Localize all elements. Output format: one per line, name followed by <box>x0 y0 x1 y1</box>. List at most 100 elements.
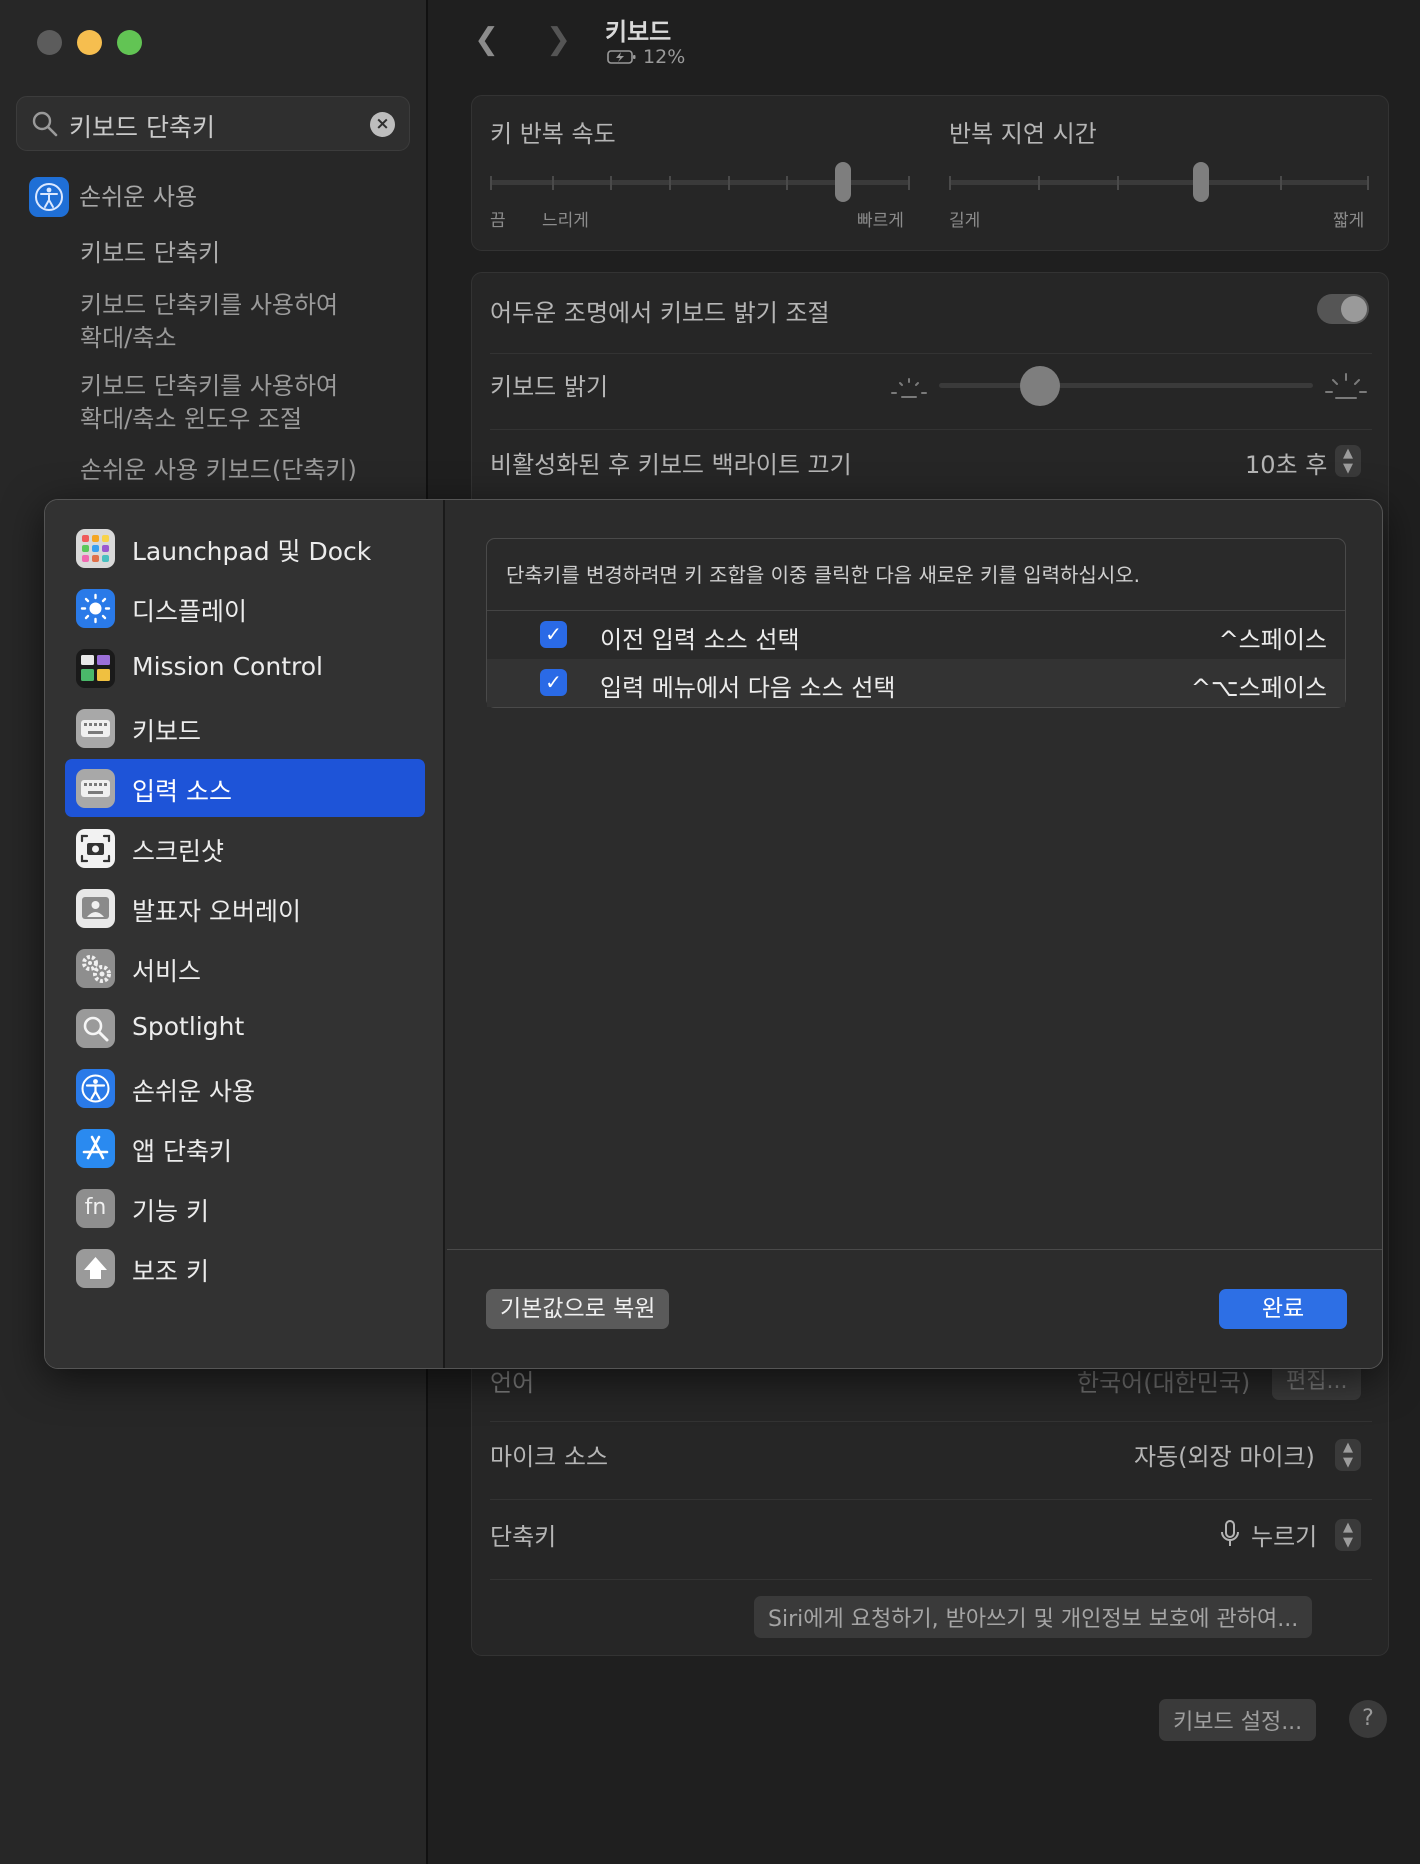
category-label: 발표자 오버레이 <box>132 897 301 926</box>
category-label: 서비스 <box>132 957 202 986</box>
mission-control-icon <box>76 649 115 688</box>
dictation-shortcut-value[interactable]: 누르기 <box>1251 1517 1317 1552</box>
category-label: 디스플레이 <box>132 597 248 626</box>
keyboard-settings-button[interactable]: 키보드 설정... <box>1159 1699 1317 1741</box>
category-label: 앱 단축키 <box>132 1137 232 1166</box>
backlight-off-value[interactable]: 10초 후 <box>1245 445 1327 480</box>
modifier-keys-icon <box>76 1249 115 1288</box>
auto-brightness-label: 어두운 조명에서 키보드 밝기 조절 <box>490 299 830 327</box>
category-label: 입력 소스 <box>132 777 232 806</box>
shortcut-label: 입력 메뉴에서 다음 소스 선택 <box>600 674 896 702</box>
category-label: 기능 키 <box>132 1197 209 1226</box>
backlight-off-stepper[interactable]: ▲ ▼ <box>1335 445 1361 477</box>
delay-min-label: 길게 <box>949 211 981 231</box>
screenshot-icon <box>76 829 115 868</box>
forward-arrow-icon[interactable]: ❯ <box>546 22 571 57</box>
delay-max-label: 짧게 <box>1333 211 1365 231</box>
category-label: 보조 키 <box>132 1257 209 1286</box>
shortcut-checkbox[interactable]: ✓ <box>540 621 567 648</box>
restore-defaults-button[interactable]: 기본값으로 복원 <box>486 1289 670 1329</box>
auto-brightness-toggle[interactable] <box>1317 294 1369 324</box>
presenter-overlay-icon <box>76 889 115 928</box>
search-input-value[interactable]: 키보드 단축키 <box>69 108 215 144</box>
keyboard-shortcuts-sheet: Launchpad 및 Dock 디스플레이 Mission Control 키… <box>44 499 1383 1369</box>
brightness-high-icon <box>1325 373 1367 399</box>
shortcut-row[interactable]: ✓ 입력 메뉴에서 다음 소스 선택 ^⌥스페이스 <box>487 659 1345 707</box>
shortcut-keys[interactable]: ^⌥스페이스 <box>1191 668 1327 703</box>
sidebar-result-2[interactable]: 키보드 단축키를 사용하여 확대/축소 <box>80 289 338 355</box>
category-input-sources[interactable]: 입력 소스 <box>65 759 425 817</box>
category-label: 키보드 <box>132 717 202 746</box>
category-mission-control[interactable]: Mission Control <box>65 639 425 697</box>
siri-privacy-button[interactable]: Siri에게 요청하기, 받아쓰기 및 개인정보 보호에 관하여... <box>754 1596 1313 1638</box>
category-displays[interactable]: 디스플레이 <box>65 579 425 637</box>
accessibility-icon <box>29 177 69 217</box>
key-repeat-card: 키 반복 속도 끔 느리게 빠르게 반복 지연 시간 길게 짧게 <box>471 95 1389 251</box>
category-app-shortcuts[interactable]: 앱 단축키 <box>65 1119 425 1177</box>
back-arrow-icon[interactable]: ❮ <box>474 22 499 57</box>
category-spotlight[interactable]: Spotlight <box>65 999 425 1057</box>
window-close-button[interactable] <box>37 30 62 55</box>
repeat-delay-label: 반복 지연 시간 <box>949 120 1097 148</box>
key-repeat-rate-label: 키 반복 속도 <box>490 120 616 148</box>
sidebar-result-3[interactable]: 키보드 단축키를 사용하여 확대/축소 윈도우 조절 <box>80 370 338 436</box>
repeat-delay-slider[interactable] <box>949 180 1369 185</box>
display-brightness-icon <box>76 589 115 628</box>
category-label: Mission Control <box>132 652 323 681</box>
battery-percent: 12% <box>643 46 686 68</box>
battery-charging-icon <box>607 50 636 64</box>
app-shortcuts-icon <box>76 1129 115 1168</box>
services-gear-icon <box>76 949 115 988</box>
category-label: 스크린샷 <box>132 837 225 866</box>
keyboard-brightness-label: 키보드 밝기 <box>490 373 609 401</box>
shortcut-list: 단축키를 변경하려면 키 조합을 이중 클릭한 다음 새로운 키를 입력하십시오… <box>486 538 1346 708</box>
microphone-icon <box>1221 1520 1239 1546</box>
rate-min-label: 끔 <box>490 211 506 231</box>
search-icon <box>32 111 58 137</box>
dictation-shortcut-label: 단축키 <box>490 1523 557 1551</box>
repeat-delay-knob[interactable] <box>1193 162 1209 202</box>
category-screenshots[interactable]: 스크린샷 <box>65 819 425 877</box>
brightness-low-icon <box>891 378 927 398</box>
category-label: Launchpad 및 Dock <box>132 537 372 566</box>
shortcut-row[interactable]: ✓ 이전 입력 소스 선택 ^스페이스 <box>487 611 1345 659</box>
category-presenter-overlay[interactable]: 발표자 오버레이 <box>65 879 425 937</box>
sidebar-result-1[interactable]: 키보드 단축키 <box>80 237 220 270</box>
shortcut-category-list: Launchpad 및 Dock 디스플레이 Mission Control 키… <box>45 500 445 1368</box>
keyboard-brightness-slider[interactable] <box>939 383 1313 388</box>
sidebar-group-accessibility[interactable]: 손쉬운 사용 <box>79 181 197 214</box>
category-launchpad-dock[interactable]: Launchpad 및 Dock <box>65 519 425 577</box>
battery-status: 12% <box>607 46 685 68</box>
modal-footer-divider <box>447 1249 1382 1250</box>
spotlight-icon <box>76 1009 115 1048</box>
mic-source-value[interactable]: 자동(외장 마이크) <box>1134 1437 1315 1472</box>
shortcut-checkbox[interactable]: ✓ <box>540 669 567 696</box>
category-accessibility[interactable]: 손쉬운 사용 <box>65 1059 425 1117</box>
mic-source-stepper[interactable]: ▲ ▼ <box>1335 1439 1361 1471</box>
category-label: Spotlight <box>132 1012 245 1041</box>
input-sources-icon <box>76 769 115 808</box>
clear-search-icon[interactable]: × <box>370 112 395 137</box>
window-minimize-button[interactable] <box>77 30 102 55</box>
sidebar-result-4[interactable]: 손쉬운 사용 키보드(단축키) <box>80 454 357 487</box>
rate-slow-label: 느리게 <box>542 211 589 231</box>
key-repeat-rate-knob[interactable] <box>834 162 851 202</box>
help-button[interactable]: ? <box>1349 1700 1387 1738</box>
done-button[interactable]: 완료 <box>1219 1289 1347 1329</box>
keyboard-brightness-knob[interactable] <box>1019 366 1060 406</box>
page-title: 키보드 <box>605 18 672 46</box>
shortcut-label: 이전 입력 소스 선택 <box>600 626 800 654</box>
category-label: 손쉬운 사용 <box>132 1077 255 1106</box>
category-function-keys[interactable]: fn 기능 키 <box>65 1179 425 1237</box>
category-modifier-keys[interactable]: 보조 키 <box>65 1239 425 1297</box>
category-services[interactable]: 서비스 <box>65 939 425 997</box>
function-keys-icon: fn <box>76 1189 115 1228</box>
category-keyboard[interactable]: 키보드 <box>65 699 425 757</box>
shortcut-keys[interactable]: ^스페이스 <box>1219 620 1327 655</box>
window-zoom-button[interactable] <box>117 30 142 55</box>
sidebar-search-field[interactable]: 키보드 단축키 × <box>16 96 410 151</box>
keyboard-icon <box>76 709 115 748</box>
rate-max-label: 빠르게 <box>857 211 904 231</box>
shortcut-hint: 단축키를 변경하려면 키 조합을 이중 클릭한 다음 새로운 키를 입력하십시오… <box>506 563 1140 587</box>
dictation-shortcut-stepper[interactable]: ▲ ▼ <box>1335 1519 1361 1551</box>
